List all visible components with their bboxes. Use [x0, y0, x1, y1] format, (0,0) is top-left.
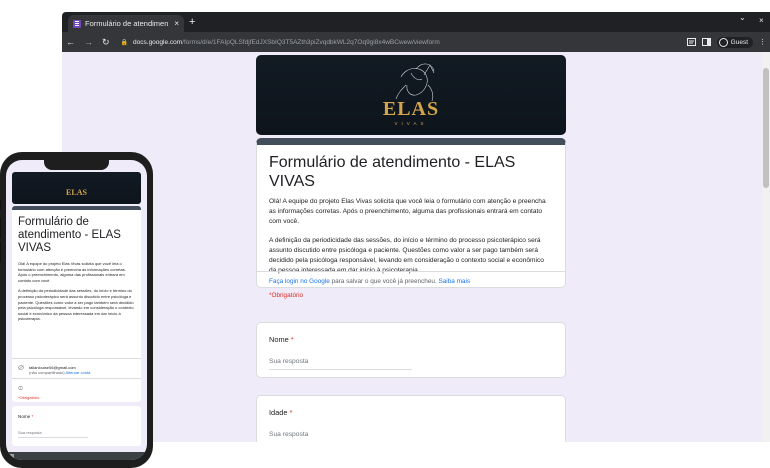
lock-icon: 🔒: [120, 39, 129, 46]
question-label: Idade *: [269, 408, 553, 417]
learn-more-link[interactable]: Saiba mais: [438, 278, 470, 285]
phone-form-title: Formulário de atendimento - ELAS VIVAS: [18, 216, 121, 254]
brand-logo-word: ELAS: [382, 98, 440, 120]
profile-button[interactable]: Guest: [716, 36, 753, 48]
url-text: docs.google.com/forms/d/e/1FAIpQLSfdjfEd…: [133, 39, 440, 46]
phone-side-button: [0, 218, 1, 238]
required-asterisk: *: [288, 335, 294, 344]
phone-name-answer-input[interactable]: Sua resposta: [18, 430, 88, 438]
form-description-paragraph-1: Olá! A equipe do projeto Elas Vivas soli…: [269, 198, 546, 225]
form-title: Formulário de atendimento - ELAS VIVAS: [269, 154, 516, 190]
phone-form-description: Olá! A equipe do projeto Elas Vivas soli…: [18, 261, 135, 322]
url-path: /forms/d/e/1FAIpQLSfdjfEdJXSbIQ3T5AZth3p…: [182, 38, 440, 46]
browser-window: Formulário de atendimen × + ⌄ × ← → ↻ 🔒 …: [62, 12, 770, 442]
form-header-banner: ELAS VIVAS: [256, 55, 566, 135]
form-title-card: Formulário de atendimento - ELAS VIVAS O…: [256, 138, 566, 299]
forward-arrow-icon[interactable]: →: [84, 37, 93, 47]
cloud-saving-icon: ⊙: [18, 386, 24, 392]
scrollbar-thumb[interactable]: [763, 68, 769, 188]
address-bar[interactable]: 🔒 docs.google.com/forms/d/e/1FAIpQLSfdjf…: [121, 35, 678, 49]
url-host: docs.google.com: [133, 38, 183, 46]
question-card-idade: Idade * Sua resposta: [256, 395, 566, 442]
tab-search-chevron-icon[interactable]: ⌄: [739, 13, 746, 22]
tab-strip: Formulário de atendimen × + ⌄ ×: [62, 12, 770, 32]
phone-description-paragraph-2: A definição da periodicidade das sessões…: [18, 288, 134, 322]
required-note: *Obrigatório: [269, 292, 304, 299]
back-arrow-icon[interactable]: ←: [66, 37, 75, 47]
question-label-text: Nome: [269, 335, 289, 344]
tab-close-icon[interactable]: ×: [174, 19, 179, 28]
account-note: (não compartilhado) Alternar conta: [29, 370, 90, 375]
phone-side-button: [0, 242, 1, 262]
window-close-icon[interactable]: ×: [759, 16, 764, 25]
phone-question-card-nome: Nome * Sua resposta: [12, 406, 141, 446]
account-not-shared: (não compartilhado): [29, 370, 66, 375]
profile-label: Guest: [730, 38, 748, 46]
reader-mode-icon[interactable]: [686, 38, 696, 46]
browser-menu-icon[interactable]: ⋮: [759, 38, 766, 46]
browser-tab[interactable]: Formulário de atendimen ×: [68, 15, 184, 32]
phone-required-note: *Obrigatório: [18, 395, 40, 400]
age-answer-input[interactable]: Sua resposta: [269, 431, 412, 442]
google-login-link[interactable]: Faça login no Google: [269, 278, 330, 285]
phone-card-divider: [12, 358, 141, 359]
required-asterisk: *: [287, 408, 293, 417]
side-panel-icon[interactable]: [701, 38, 711, 46]
phone-question-label: Nome *: [18, 414, 135, 419]
phone-question-label-text: Nome: [18, 414, 31, 419]
new-tab-button[interactable]: +: [189, 15, 195, 29]
guest-avatar-icon: [718, 37, 728, 47]
question-label: Nome *: [269, 335, 553, 344]
question-card-nome: Nome * Sua resposta: [256, 322, 566, 378]
phone-account-info: tallanlouise06@gmail.com (não compartilh…: [18, 365, 90, 375]
switch-account-link[interactable]: Alternar conta: [65, 370, 90, 375]
phone-brand-logo-word: ELAS: [66, 188, 87, 197]
phone-form-header-banner: ELAS: [12, 172, 141, 204]
form-description-paragraph-2: A definição da periodicidade das sessões…: [269, 237, 544, 274]
phone-side-button: [0, 200, 1, 210]
phone-description-paragraph-1: Olá! A equipe do projeto Elas Vivas soli…: [18, 261, 126, 283]
forms-favicon-icon: [73, 19, 81, 28]
title-card-divider: [257, 271, 565, 272]
phone-bottom-bar: [6, 452, 147, 460]
login-notice-text: para salvar o que você já preencheu.: [329, 278, 439, 285]
name-answer-input[interactable]: Sua resposta: [269, 358, 412, 370]
question-label-text: Idade: [269, 408, 288, 417]
browser-toolbar: ← → ↻ 🔒 docs.google.com/forms/d/e/1FAIpQ…: [62, 32, 770, 52]
phone-card-divider: [12, 378, 141, 379]
account-hidden-icon: [18, 365, 24, 375]
login-notice: Faça login no Google para salvar o que v…: [269, 278, 470, 285]
brand-logo-subtitle: VIVAS: [394, 121, 428, 126]
page-scrollbar[interactable]: [762, 52, 770, 442]
reload-icon[interactable]: ↻: [102, 37, 110, 48]
phone-form-title-card: Formulário de atendimento - ELAS VIVAS O…: [12, 206, 141, 402]
phone-notch: [44, 160, 109, 170]
tab-title: Formulário de atendimen: [85, 19, 169, 28]
form-description: Olá! A equipe do projeto Elas Vivas soli…: [269, 197, 553, 276]
required-asterisk: *: [30, 414, 34, 419]
form-page: ELAS VIVAS Formulário de atendimento - E…: [62, 52, 770, 442]
phone-screen: ELAS Formulário de atendimento - ELAS VI…: [6, 160, 147, 460]
phone-mockup: ELAS Formulário de atendimento - ELAS VI…: [0, 152, 153, 468]
